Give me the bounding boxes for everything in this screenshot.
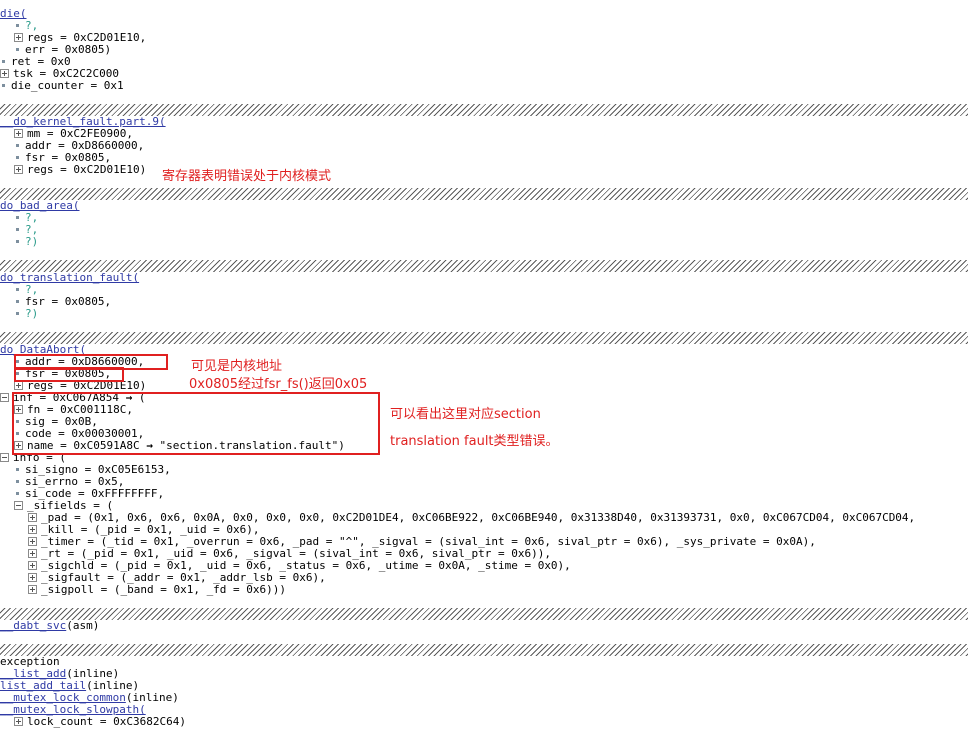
leaf-dot-icon	[16, 491, 19, 495]
leaf-dot-icon	[16, 47, 19, 51]
collapse-minus-icon[interactable]	[0, 452, 9, 462]
frame-separator	[0, 644, 968, 656]
annotation-addr-note: 可见是内核地址	[191, 359, 283, 374]
expand-plus-icon[interactable]	[28, 572, 37, 582]
leaf-dot-icon	[16, 287, 19, 291]
leaf-dot-icon	[16, 479, 19, 483]
expand-plus-icon[interactable]	[28, 548, 37, 558]
expand-plus-icon[interactable]	[28, 524, 37, 534]
leaf-dot-icon	[16, 311, 19, 315]
arg-fsr: fsr = 0x0805,	[0, 296, 111, 308]
field-sigpoll[interactable]: _sigpoll = (_band = 0x1, _fd = 0x6)))	[0, 584, 286, 596]
arg-unknown: ?)	[0, 236, 38, 248]
leaf-dot-icon	[16, 155, 19, 159]
frame-do-bad-area[interactable]: do_bad_area(	[0, 200, 79, 212]
frame-separator	[0, 260, 968, 272]
expand-plus-icon[interactable]	[28, 584, 37, 594]
annotation-fsr-note: 0x0805经过fsr_fs()返回0x05	[189, 377, 368, 392]
arg-regs[interactable]: regs = 0xC2D01E10)	[0, 164, 146, 176]
arg-lock-count[interactable]: lock_count = 0xC3682C64)	[0, 716, 186, 728]
leaf-dot-icon	[2, 83, 5, 87]
expand-plus-icon[interactable]	[14, 164, 23, 174]
leaf-dot-icon	[16, 215, 19, 219]
function-name[interactable]: do_bad_area(	[0, 199, 79, 212]
local-die-counter: die_counter = 0x1	[0, 80, 124, 92]
expand-plus-icon[interactable]	[14, 716, 23, 726]
highlight-fsr-box	[14, 367, 124, 382]
leaf-dot-icon	[16, 23, 19, 27]
leaf-dot-icon	[16, 467, 19, 471]
frame-do-translation-fault[interactable]: do_translation_fault(	[0, 272, 139, 284]
leaf-dot-icon	[16, 239, 19, 243]
frame-die[interactable]: die(	[0, 8, 27, 20]
collapse-minus-icon[interactable]	[14, 500, 23, 510]
leaf-dot-icon	[2, 59, 5, 63]
leaf-dot-icon	[16, 299, 19, 303]
function-name[interactable]: die(	[0, 7, 27, 20]
annotation-section-note-2: translation fault类型错误。	[390, 434, 559, 449]
expand-plus-icon[interactable]	[0, 68, 9, 78]
expand-plus-icon[interactable]	[28, 536, 37, 546]
collapse-minus-icon[interactable]	[0, 392, 9, 402]
expand-plus-icon[interactable]	[14, 32, 23, 42]
expand-plus-icon[interactable]	[28, 560, 37, 570]
frame-separator	[0, 188, 968, 200]
leaf-dot-icon	[16, 143, 19, 147]
expand-plus-icon[interactable]	[28, 512, 37, 522]
annotation-regs-note: 寄存器表明错误处于内核模式	[162, 169, 332, 184]
frame-dabt-svc[interactable]: __dabt_svc(asm)	[0, 620, 99, 632]
frame-separator	[0, 608, 968, 620]
function-name[interactable]: __dabt_svc	[0, 619, 66, 632]
leaf-dot-icon	[16, 227, 19, 231]
expand-plus-icon[interactable]	[14, 128, 23, 138]
annotation-section-note-1: 可以看出这里对应section	[390, 407, 541, 422]
arg-unknown: ?)	[0, 308, 38, 320]
frame-separator	[0, 332, 968, 344]
function-name[interactable]: do_translation_fault(	[0, 271, 139, 284]
highlight-inf-box	[12, 392, 380, 455]
